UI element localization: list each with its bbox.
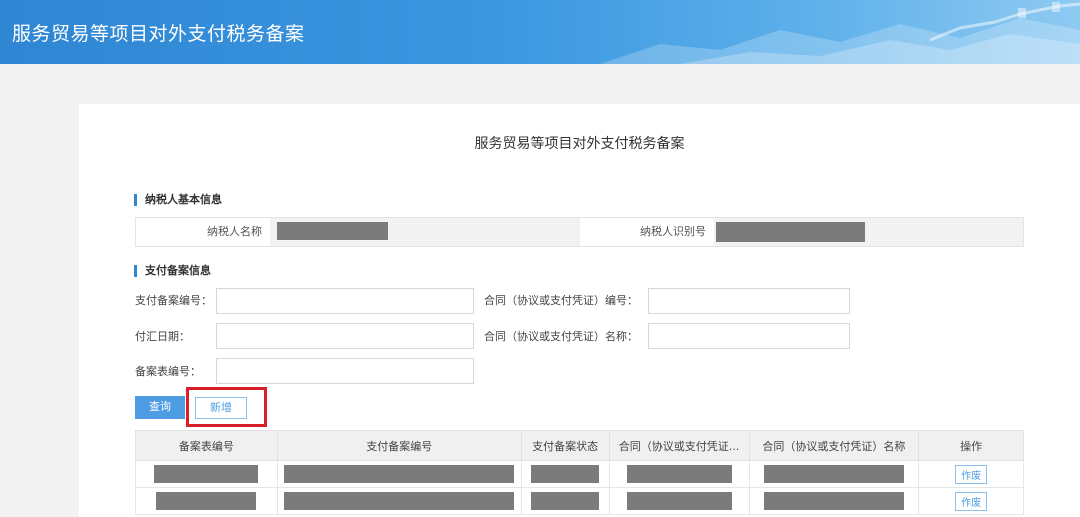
void-button[interactable]: 作废: [955, 491, 988, 511]
redacted-value: [531, 465, 600, 483]
redacted-value: [156, 492, 257, 510]
remit-date-input[interactable]: [216, 323, 474, 349]
page-title: 服务贸易等项目对外支付税务备案: [474, 136, 685, 152]
filing-no-label: 支付备案编号：: [135, 294, 212, 307]
cell-filing-no: [276, 460, 522, 488]
col-header-form-no: 备案表编号: [135, 430, 278, 461]
col-header-filing-status: 支付备案状态: [520, 430, 610, 461]
cell-contract-no: [608, 487, 750, 515]
great-wall-illustration: [600, 2, 1080, 64]
cell-filing-no: [276, 487, 522, 515]
table-row: 作废: [135, 460, 1024, 488]
cell-actions: 作废: [918, 460, 1024, 488]
table-row: 作废: [135, 487, 1024, 515]
payment-section-title: 支付备案信息: [134, 265, 211, 277]
filing-table: 备案表编号 支付备案编号 支付备案状态 合同（协议或支付凭证... 合同（协议或…: [135, 430, 1024, 515]
cell-contract-name: [748, 460, 920, 488]
redacted-value: [531, 492, 600, 510]
col-header-actions: 操作: [918, 430, 1024, 461]
form-no-label: 备案表编号：: [135, 365, 201, 378]
col-header-contract-name: 合同（协议或支付凭证）名称: [748, 430, 920, 461]
redacted-value: [154, 465, 259, 483]
redacted-value: [284, 465, 515, 483]
cell-form-no: [135, 460, 278, 488]
contract-no-label: 合同（协议或支付凭证）编号：: [484, 294, 638, 307]
table-header-row: 备案表编号 支付备案编号 支付备案状态 合同（协议或支付凭证... 合同（协议或…: [135, 430, 1024, 461]
contract-no-input[interactable]: [648, 288, 850, 314]
col-header-filing-no: 支付备案编号: [276, 430, 522, 461]
contract-name-input[interactable]: [648, 323, 850, 349]
remit-date-label: 付汇日期：: [135, 330, 190, 343]
contract-name-label: 合同（协议或支付凭证）名称：: [484, 330, 638, 343]
redacted-value: [763, 465, 904, 483]
taxpayer-id-label: 纳税人识别号: [580, 218, 714, 246]
cell-form-no: [135, 487, 278, 515]
cell-contract-name: [748, 487, 920, 515]
taxpayer-info-row: 纳税人名称 纳税人识别号: [135, 217, 1024, 247]
void-button[interactable]: 作废: [955, 464, 988, 484]
header-banner: 服务贸易等项目对外支付税务备案: [0, 0, 1080, 64]
cell-status: [520, 460, 610, 488]
query-button[interactable]: 查询: [135, 396, 185, 419]
banner-title: 服务贸易等项目对外支付税务备案: [12, 23, 305, 45]
redacted-value: [626, 492, 732, 510]
taxpayer-name-label: 纳税人名称: [136, 218, 270, 246]
add-button-highlight: [186, 387, 267, 427]
taxpayer-section-title: 纳税人基本信息: [134, 194, 222, 206]
form-no-input[interactable]: [216, 358, 474, 384]
taxpayer-id-value-redacted: [716, 222, 865, 242]
filing-no-input[interactable]: [216, 288, 474, 314]
redacted-value: [284, 492, 515, 510]
cell-actions: 作废: [918, 487, 1024, 515]
cell-contract-no: [608, 460, 750, 488]
taxpayer-name-value-redacted: [277, 222, 388, 240]
col-header-contract-no: 合同（协议或支付凭证...: [608, 430, 750, 461]
cell-status: [520, 487, 610, 515]
main-panel: 服务贸易等项目对外支付税务备案 纳税人基本信息 纳税人名称 纳税人识别号 支付备…: [79, 104, 1080, 517]
redacted-value: [626, 465, 732, 483]
redacted-value: [763, 492, 904, 510]
